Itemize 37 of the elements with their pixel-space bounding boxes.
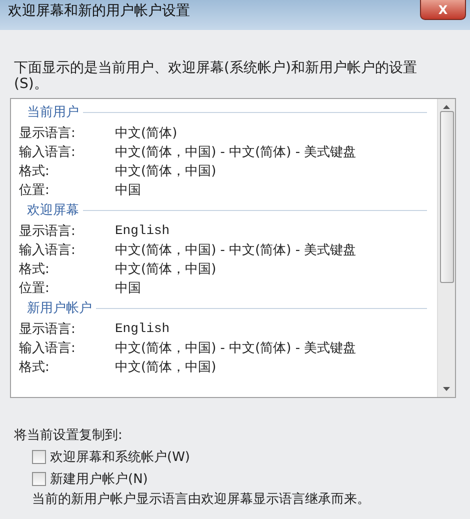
setting-label: 输入语言: — [19, 242, 76, 258]
intro-text: 下面显示的是当前用户、欢迎屏幕(系统帐户)和新用户帐户的设置(S)。 — [14, 60, 418, 92]
setting-label: 格式: — [19, 260, 50, 278]
copy-to-label: 将当前设置复制到: — [14, 427, 124, 444]
window-title: 欢迎屏幕和新的用户帐户设置 — [8, 2, 190, 20]
copy-option[interactable]: 新建用户帐户(N) — [32, 468, 456, 490]
setting-value: 中文(简体，中国) — [115, 358, 216, 376]
section-title: 新用户帐户 — [27, 300, 92, 317]
checkbox[interactable] — [32, 472, 46, 486]
setting-value: 中文(简体，中国) - 中文(简体) - 美式键盘 — [115, 340, 356, 356]
setting-value: 中国 — [115, 280, 141, 296]
setting-value: 中文(简体，中国) — [115, 162, 216, 180]
setting-label: 显示语言: — [19, 320, 76, 338]
setting-label: 格式: — [19, 358, 50, 376]
scroll-down-icon[interactable] — [443, 387, 450, 391]
setting-label: 显示语言: — [19, 222, 76, 240]
setting-label: 显示语言: — [19, 124, 76, 142]
checkbox[interactable] — [32, 450, 46, 464]
section-title: 欢迎屏幕 — [27, 202, 79, 219]
setting-value: English — [115, 223, 170, 238]
section-title: 当前用户 — [27, 104, 79, 121]
scroll-thumb[interactable] — [440, 111, 454, 283]
setting-value: 中文(简体，中国) - 中文(简体) - 美式键盘 — [115, 144, 356, 160]
copy-option[interactable]: 欢迎屏幕和系统帐户(W) — [32, 446, 456, 468]
setting-value: 中文(简体，中国) - 中文(简体) - 美式键盘 — [115, 242, 356, 258]
setting-value: 中文(简体) — [115, 124, 178, 142]
setting-label: 输入语言: — [19, 340, 76, 356]
setting-value: 中国 — [115, 182, 141, 198]
setting-value: 中文(简体，中国) — [115, 260, 216, 278]
note-text: 当前的新用户帐户显示语言由欢迎屏幕显示语言继承而来。 — [32, 491, 371, 508]
setting-label: 格式: — [19, 162, 50, 180]
setting-value: English — [115, 321, 170, 336]
setting-label: 位置: — [19, 280, 50, 296]
scrollbar[interactable] — [437, 99, 455, 397]
setting-label: 位置: — [19, 182, 50, 198]
scroll-up-icon[interactable] — [443, 105, 450, 109]
setting-label: 输入语言: — [19, 144, 76, 160]
